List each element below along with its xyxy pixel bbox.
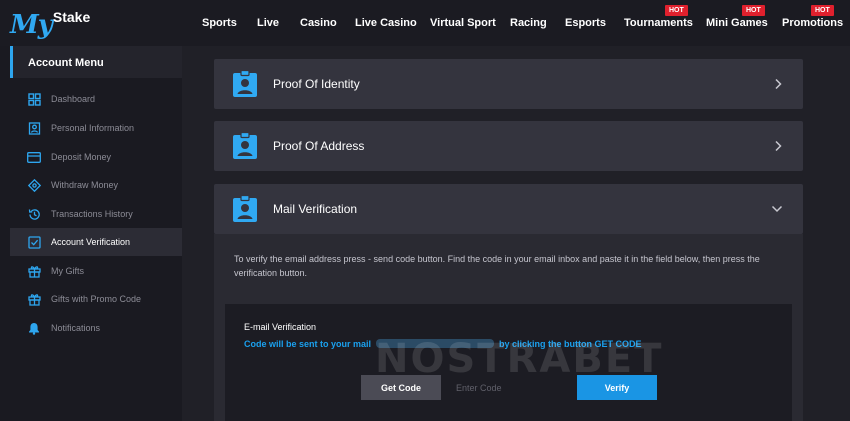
sidebar-item-dashboard[interactable]: Dashboard (10, 85, 182, 113)
mail-verification-panel[interactable]: Mail Verification (214, 184, 803, 234)
sidebar-item-label: Withdraw Money (51, 180, 119, 190)
nav-esports[interactable]: Esports (565, 17, 606, 29)
mail-verification-description: To verify the email address press - send… (234, 254, 760, 278)
panel-title: Proof Of Identity (273, 77, 360, 91)
id-badge-icon (233, 132, 257, 159)
top-navigation-bar: My Stake Sports Live Casino Live Casino … (0, 0, 850, 46)
withdraw-icon (27, 178, 41, 192)
logo-stake-text: Stake (52, 9, 91, 25)
account-sidebar: Account Menu Dashboard Personal Informat… (0, 46, 182, 421)
sidebar-item-gifts-with-promo-code[interactable]: Gifts with Promo Code (10, 285, 182, 313)
nav-live-casino[interactable]: Live Casino (355, 17, 417, 29)
sidebar-item-label: My Gifts (51, 266, 84, 276)
sidebar-item-label: Personal Information (51, 123, 135, 133)
chevron-right-icon (775, 78, 782, 90)
nav-casino[interactable]: Casino (300, 17, 337, 29)
account-menu-header: Account Menu (10, 46, 182, 78)
nav-tournaments[interactable]: Tournaments (624, 17, 693, 29)
verify-button[interactable]: Verify (577, 375, 657, 400)
chevron-right-icon (775, 140, 782, 152)
id-badge-icon (233, 70, 257, 97)
nav-mini-games[interactable]: Mini Games (706, 17, 768, 29)
gift-code-icon (27, 292, 41, 306)
sidebar-item-transactions-history[interactable]: Transactions History (10, 200, 182, 228)
mystake-logo[interactable]: My Stake (10, 8, 90, 38)
bell-icon (27, 321, 41, 335)
id-card-icon (27, 121, 41, 135)
history-icon (27, 207, 41, 221)
hot-badge-tournaments: HOT (665, 5, 688, 16)
sidebar-item-personal-information[interactable]: Personal Information (10, 114, 182, 142)
dashboard-icon (27, 92, 41, 106)
code-send-notice: Code will be sent to your mail by clickin… (244, 339, 642, 349)
hot-badge-promotions: HOT (811, 5, 834, 16)
sidebar-item-notifications[interactable]: Notifications (10, 314, 182, 342)
blurred-email-address (376, 339, 495, 348)
nav-promotions[interactable]: Promotions (782, 17, 843, 29)
enter-code-input[interactable] (449, 375, 573, 400)
email-verification-box: E-mail Verification Code will be sent to… (225, 304, 792, 421)
nav-virtual-sport[interactable]: Virtual Sport (430, 17, 496, 29)
proof-of-identity-panel[interactable]: Proof Of Identity (214, 59, 803, 109)
credit-card-icon (27, 150, 41, 164)
sidebar-item-label: Gifts with Promo Code (51, 294, 142, 304)
nav-sports[interactable]: Sports (202, 17, 237, 29)
checkbox-icon (27, 235, 41, 249)
sidebar-item-label: Account Verification (51, 237, 131, 247)
sidebar-item-withdraw-money[interactable]: Withdraw Money (10, 171, 182, 199)
code-send-prefix: Code will be sent to your mail (244, 339, 372, 349)
sidebar-item-my-gifts[interactable]: My Gifts (10, 257, 182, 285)
sidebar-item-deposit-money[interactable]: Deposit Money (10, 143, 182, 171)
code-send-suffix: by clicking the button GET CODE (499, 339, 642, 349)
sidebar-item-account-verification[interactable]: Account Verification (10, 228, 182, 256)
nav-live[interactable]: Live (257, 17, 279, 29)
gift-icon (27, 264, 41, 278)
sidebar-item-label: Notifications (51, 323, 101, 333)
proof-of-address-panel[interactable]: Proof Of Address (214, 121, 803, 171)
id-badge-icon (233, 195, 257, 222)
hot-badge-mini-games: HOT (742, 5, 765, 16)
panel-title: Proof Of Address (273, 139, 365, 153)
email-verification-title: E-mail Verification (244, 322, 317, 332)
mail-verification-content: To verify the email address press - send… (214, 234, 803, 421)
sidebar-item-label: Transactions History (51, 209, 133, 219)
nav-racing[interactable]: Racing (510, 17, 547, 29)
panel-title: Mail Verification (273, 202, 358, 216)
sidebar-item-label: Deposit Money (51, 152, 112, 162)
logo-my-text: My (10, 10, 53, 40)
get-code-button[interactable]: Get Code (361, 375, 441, 400)
sidebar-item-label: Dashboard (51, 94, 96, 104)
chevron-down-icon (771, 205, 783, 213)
